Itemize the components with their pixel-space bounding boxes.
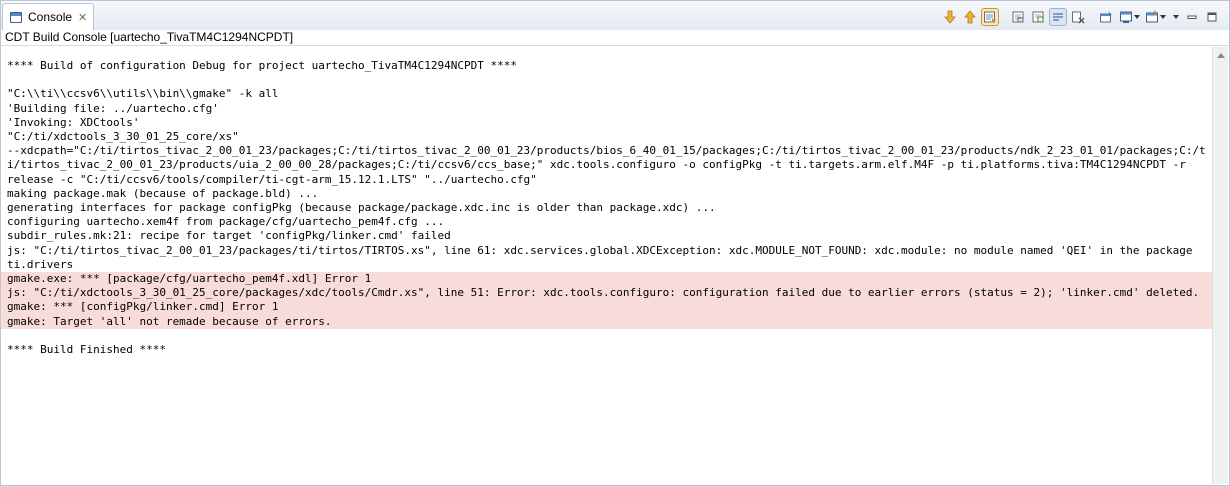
remove-launch-icon[interactable]: [1069, 8, 1087, 26]
console-line: configuring uartecho.xem4f from package/…: [7, 215, 445, 229]
console-error-line: gmake: Target 'all' not remade because o…: [1, 314, 1212, 329]
display-selected-console-icon[interactable]: [1117, 8, 1141, 26]
console-error-line: gmake.exe: *** [package/cfg/uartecho_pem…: [1, 272, 1212, 287]
maximize-icon[interactable]: [1203, 8, 1221, 26]
console-output[interactable]: **** Build of configuration Debug for pr…: [1, 47, 1212, 485]
view-tab-bar: Console ✕: [1, 1, 1229, 31]
console-line: release -c "C:/ti/ccsv6/tools/compiler/t…: [7, 172, 537, 186]
console-line: generating interfaces for package config…: [7, 201, 716, 215]
console-line: "C:/ti/xdctools_3_30_01_25_core/xs": [7, 130, 239, 143]
console-subtitle: CDT Build Console [uartecho_TivaTM4C1294…: [1, 30, 1229, 46]
scroll-up-icon[interactable]: [1217, 53, 1225, 58]
tab-console-label: Console: [28, 10, 73, 24]
console-line: making package.mak (because of package.b…: [7, 186, 319, 200]
console-line: 'Building file: ../uartecho.cfg': [7, 101, 219, 115]
scroll-lock-icon[interactable]: [981, 8, 999, 26]
minimize-icon[interactable]: [1183, 8, 1201, 26]
chevron-down-icon: [1159, 15, 1166, 19]
tab-console[interactable]: Console ✕: [2, 3, 94, 30]
console-line: subdir_rules.mk:21: recipe for target 'c…: [7, 229, 451, 243]
pin-console-icon[interactable]: [1097, 8, 1115, 26]
console-line: ti.drivers: [7, 257, 74, 271]
console-toolbar: [941, 7, 1221, 27]
word-wrap-icon[interactable]: [1049, 8, 1067, 26]
console-line: **** Build of configuration Debug for pr…: [7, 59, 517, 72]
console-error-line: gmake: *** [configPkg/linker.cmd] Error …: [1, 300, 1212, 315]
close-icon[interactable]: ✕: [78, 12, 87, 23]
clear-console-icon[interactable]: [1009, 8, 1027, 26]
console-line: js: "C:/ti/tirtos_tivac_2_00_01_23/packa…: [7, 243, 1193, 257]
console-line: 'Invoking: XDCtools': [7, 115, 140, 129]
console-view: Console ✕ CDT Build Console [uartecho_Ti…: [0, 0, 1230, 486]
console-error-line: js: "C:/ti/xdctools_3_30_01_25_core/pack…: [1, 286, 1212, 301]
previous-error-icon[interactable]: [961, 8, 979, 26]
copy-build-log-icon[interactable]: [1029, 8, 1047, 26]
vertical-scrollbar[interactable]: [1212, 47, 1228, 484]
console-line: --xdcpath="C:/ti/tirtos_tivac_2_00_01_23…: [7, 144, 1206, 158]
open-console-icon[interactable]: [1143, 8, 1167, 26]
chevron-down-icon: [1133, 15, 1140, 19]
console-icon: [10, 11, 22, 23]
console-line: i/tirtos_tivac_2_00_01_23/products/uia_2…: [7, 158, 1186, 172]
view-menu-icon[interactable]: [1169, 8, 1181, 26]
console-line: **** Build Finished ****: [7, 343, 166, 357]
next-error-icon[interactable]: [941, 8, 959, 26]
console-line: "C:\\ti\\ccsv6\\utils\\bin\\gmake" -k al…: [7, 87, 279, 101]
